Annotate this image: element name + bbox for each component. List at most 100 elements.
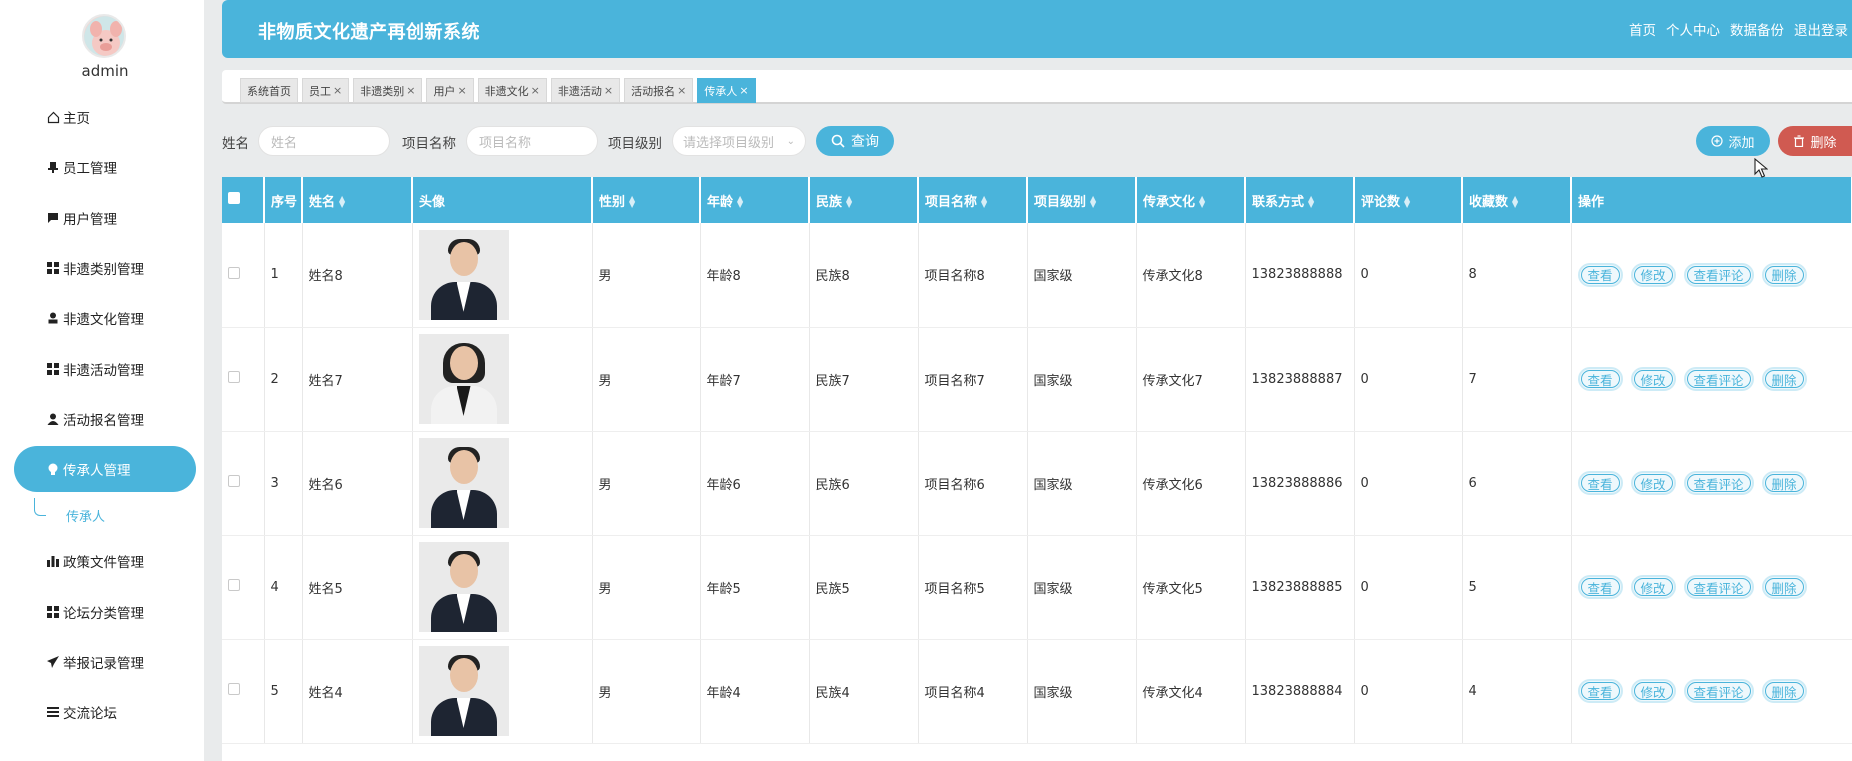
delete-button[interactable]: 删除	[1761, 679, 1807, 703]
name-search-input[interactable]: 姓名	[258, 126, 390, 156]
sidebar-item-label: 政策文件管理	[63, 555, 144, 572]
sort-icon[interactable]: ▲ ▼	[981, 195, 987, 209]
column-header-6[interactable]: 项目名称 ▲ ▼	[918, 177, 1028, 223]
column-header-7[interactable]: 项目级别 ▲ ▼	[1027, 177, 1137, 223]
edit-button[interactable]: 修改	[1630, 679, 1676, 703]
query-button[interactable]: 查询	[816, 126, 894, 156]
close-icon[interactable]: ×	[457, 84, 466, 97]
top-link-profile[interactable]: 个人中心	[1666, 19, 1720, 39]
edit-button[interactable]: 修改	[1630, 262, 1676, 287]
view-comments-button[interactable]: 查看评论	[1683, 367, 1754, 391]
edit-button[interactable]: 修改	[1630, 575, 1676, 599]
row-checkbox[interactable]	[228, 475, 240, 487]
sidebar-item-0[interactable]: 主页	[14, 92, 196, 142]
column-header-10[interactable]: 评论数 ▲ ▼	[1354, 177, 1463, 223]
row-checkbox[interactable]	[228, 266, 240, 279]
row-checkbox[interactable]	[228, 683, 240, 695]
row-checkbox-cell[interactable]	[222, 327, 265, 432]
bar-chart-icon	[46, 555, 60, 568]
delete-button[interactable]: 删除	[1761, 262, 1807, 287]
delete-button[interactable]: 删除	[1761, 575, 1807, 599]
tab-4[interactable]: 非遗文化 ×	[477, 78, 547, 103]
edit-button[interactable]: 修改	[1630, 367, 1676, 391]
sort-icon[interactable]: ▲ ▼	[1199, 195, 1205, 209]
sidebar-item-4[interactable]: 非遗文化管理	[14, 293, 196, 343]
view-button[interactable]: 查看	[1577, 575, 1623, 599]
close-icon[interactable]: ×	[406, 84, 415, 97]
row-checkbox-cell[interactable]	[222, 535, 265, 640]
sidebar-item-10[interactable]: 举报记录管理	[14, 637, 196, 687]
tab-0[interactable]: 系统首页	[240, 78, 298, 103]
sidebar-item-3[interactable]: 非遗类别管理	[14, 243, 196, 293]
row-checkbox-cell[interactable]	[222, 639, 265, 744]
sidebar-item-2[interactable]: 用户管理	[14, 193, 196, 243]
sidebar-item-label: 员工管理	[63, 161, 117, 178]
tab-7[interactable]: 传承人 ×	[697, 78, 756, 103]
close-icon[interactable]: ×	[739, 84, 748, 97]
top-link-backup[interactable]: 数据备份	[1730, 19, 1784, 39]
view-button[interactable]: 查看	[1577, 471, 1623, 495]
column-header-3[interactable]: 性别 ▲ ▼	[592, 177, 701, 223]
column-header-8[interactable]: 传承文化 ▲ ▼	[1136, 177, 1246, 223]
sidebar-item-5[interactable]: 非遗活动管理	[14, 343, 196, 393]
column-header-5[interactable]: 民族 ▲ ▼	[809, 177, 919, 223]
view-comments-button[interactable]: 查看评论	[1683, 262, 1754, 287]
cell-phone: 13823888885	[1245, 535, 1355, 640]
sort-icon[interactable]: ▲ ▼	[1404, 195, 1410, 209]
sidebar-item-8[interactable]: 政策文件管理	[14, 536, 196, 586]
actions-cell: 查看 修改 查看评论 删除	[1571, 535, 1852, 640]
project-search-input[interactable]: 项目名称	[466, 126, 598, 156]
row-checkbox[interactable]	[228, 579, 240, 591]
view-comments-button[interactable]: 查看评论	[1683, 471, 1754, 495]
sidebar-item-label: 主页	[63, 111, 90, 128]
sidebar-item-11[interactable]: 交流论坛	[14, 687, 196, 737]
view-button[interactable]: 查看	[1577, 262, 1623, 287]
sidebar-item-6[interactable]: 活动报名管理	[14, 394, 196, 444]
row-checkbox[interactable]	[228, 371, 240, 383]
sidebar-item-9[interactable]: 论坛分类管理	[14, 586, 196, 636]
sort-icon[interactable]: ▲ ▼	[629, 195, 635, 209]
sort-icon[interactable]: ▲ ▼	[1512, 195, 1518, 209]
view-button[interactable]: 查看	[1577, 367, 1623, 391]
tab-2[interactable]: 非遗类别 ×	[353, 78, 423, 103]
sort-icon[interactable]: ▲ ▼	[737, 195, 743, 209]
delete-button[interactable]: 删除	[1761, 367, 1807, 391]
close-icon[interactable]: ×	[333, 84, 342, 97]
column-header-1[interactable]: 姓名 ▲ ▼	[302, 177, 413, 223]
cell-ethnic: 民族7	[809, 327, 919, 432]
select-all-checkbox[interactable]	[222, 177, 265, 223]
column-header-4[interactable]: 年龄 ▲ ▼	[700, 177, 810, 223]
add-button[interactable]: 添加	[1696, 126, 1770, 156]
sidebar-item-1[interactable]: 员工管理	[14, 142, 196, 192]
view-button[interactable]: 查看	[1577, 679, 1623, 703]
submenu-item-inheritor[interactable]: 传承人	[14, 494, 196, 536]
row-checkbox-cell[interactable]	[222, 223, 265, 328]
delete-button[interactable]: 删除	[1761, 471, 1807, 495]
tab-3[interactable]: 用户 ×	[426, 78, 474, 103]
column-header-label: 传承文化	[1143, 194, 1196, 210]
tab-1[interactable]: 员工 ×	[302, 78, 350, 103]
sort-icon[interactable]: ▲ ▼	[339, 195, 345, 209]
avatar[interactable]	[82, 14, 126, 58]
close-icon[interactable]: ×	[531, 84, 540, 97]
edit-button[interactable]: 修改	[1630, 471, 1676, 495]
sort-icon[interactable]: ▲ ▼	[1308, 195, 1314, 209]
row-checkbox-cell[interactable]	[222, 431, 265, 536]
top-link-logout[interactable]: 退出登录	[1794, 19, 1848, 39]
tab-5[interactable]: 非遗活动 ×	[550, 78, 621, 103]
sidebar-item-7[interactable]: 传承人管理	[14, 446, 196, 493]
chevron-down-icon: ⌄	[786, 135, 795, 147]
close-icon[interactable]: ×	[677, 84, 686, 97]
column-header-11[interactable]: 收藏数 ▲ ▼	[1462, 177, 1572, 223]
batch-delete-button[interactable]: 删除	[1778, 126, 1852, 156]
view-comments-button[interactable]: 查看评论	[1683, 679, 1754, 703]
level-select[interactable]: 请选择项目级别 ⌄	[672, 126, 806, 156]
cell-name: 姓名7	[302, 327, 413, 432]
close-icon[interactable]: ×	[604, 84, 613, 97]
view-comments-button[interactable]: 查看评论	[1683, 575, 1754, 599]
sort-icon[interactable]: ▲ ▼	[846, 195, 852, 209]
sort-icon[interactable]: ▲ ▼	[1090, 195, 1096, 209]
tab-6[interactable]: 活动报名 ×	[624, 78, 694, 103]
column-header-9[interactable]: 联系方式 ▲ ▼	[1245, 177, 1355, 223]
top-link-home[interactable]: 首页	[1629, 19, 1656, 39]
